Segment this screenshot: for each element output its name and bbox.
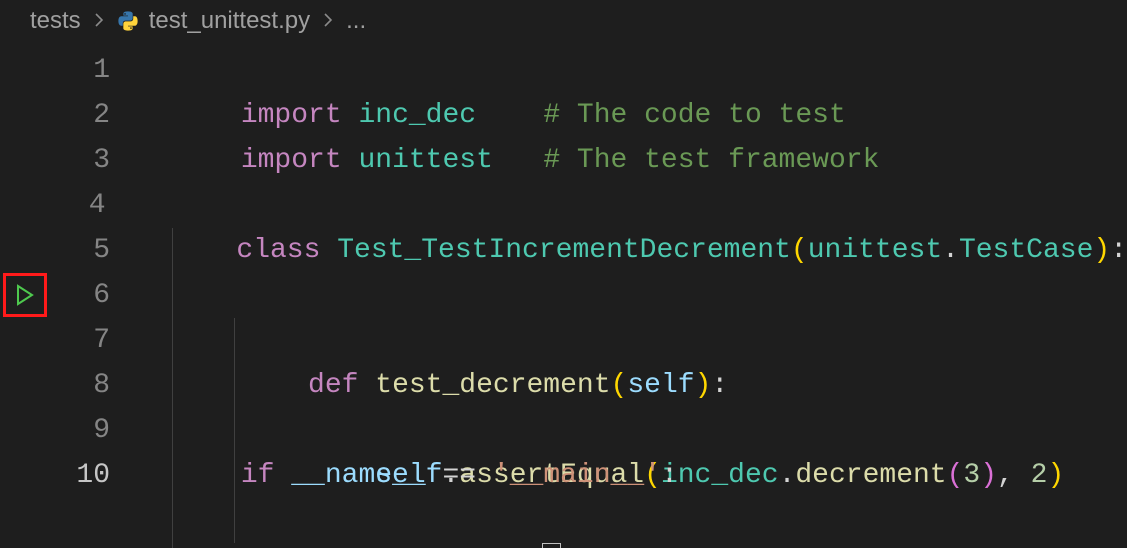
line-number: 4 xyxy=(48,183,136,228)
line-number: 8 xyxy=(50,363,140,408)
class-name: Test_TestIncrementDecrement xyxy=(337,235,791,266)
paren-close: ) xyxy=(1047,460,1064,491)
line-number: 3 xyxy=(50,138,140,183)
code-editor[interactable]: 1 import inc_dec # The code to test 2 im… xyxy=(0,44,1127,498)
number-literal: 3 xyxy=(963,460,980,491)
number-literal: 2 xyxy=(1031,460,1048,491)
play-icon xyxy=(15,284,35,306)
chevron-right-icon xyxy=(91,7,107,35)
run-test-highlight-box xyxy=(3,273,47,317)
code-line[interactable]: 1 import inc_dec # The code to test xyxy=(0,48,1127,93)
code-line[interactable]: 7 self.assertEqual(inc_dec.decrement(3),… xyxy=(0,318,1127,363)
line-number: 9 xyxy=(50,408,140,453)
code-line[interactable]: 2 import unittest # The test framework xyxy=(0,93,1127,138)
chevron-right-icon xyxy=(320,7,336,35)
line-number: 7 xyxy=(50,318,140,363)
code-line[interactable]: 4 class Test_TestIncrementDecrement(unit… xyxy=(0,183,1127,228)
module-name: unittest xyxy=(358,145,492,176)
class-ref: TestCase xyxy=(959,235,1093,266)
paren-close-cursor: ) xyxy=(542,543,561,548)
paren-open: ( xyxy=(947,460,964,491)
module-ref: inc_dec xyxy=(661,460,779,491)
keyword: class xyxy=(236,235,320,266)
breadcrumb[interactable]: tests test_unittest.py ... xyxy=(0,0,1127,44)
line-number: 5 xyxy=(50,228,140,273)
paren-close: ) xyxy=(980,460,997,491)
paren-close: ) xyxy=(1093,235,1110,266)
line-number-active: 10 xyxy=(50,453,140,498)
comment: # The test framework xyxy=(543,145,879,176)
gutter-run-test[interactable] xyxy=(0,273,50,317)
breadcrumb-folder[interactable]: tests xyxy=(30,7,81,35)
line-number: 1 xyxy=(50,48,140,93)
line-number: 6 xyxy=(50,273,140,318)
method-call: decrement xyxy=(795,460,946,491)
breadcrumb-file[interactable]: test_unittest.py xyxy=(149,7,310,35)
module-ref: unittest xyxy=(808,235,942,266)
line-number: 2 xyxy=(50,93,140,138)
breadcrumb-trail[interactable]: ... xyxy=(346,7,366,35)
keyword: import xyxy=(241,145,342,176)
paren-open: ( xyxy=(791,235,808,266)
python-file-icon xyxy=(117,10,139,32)
